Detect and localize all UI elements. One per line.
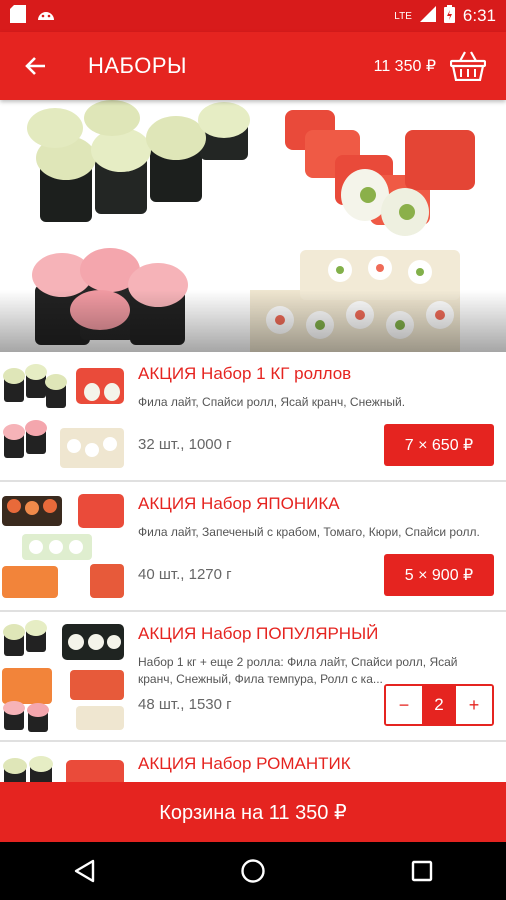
network-type: LTE (394, 10, 412, 22)
quantity-value: 2 (422, 686, 456, 724)
clock: 6:31 (462, 6, 496, 25)
recents-nav-button[interactable] (392, 842, 452, 900)
product-meta: 32 шт., 1000 г (138, 436, 232, 453)
app-bar: НАБОРЫ 11 350 ₽ (0, 32, 506, 100)
battery-icon (443, 4, 455, 28)
system-nav-bar (0, 842, 506, 900)
back-button[interactable] (0, 32, 70, 100)
increase-quantity-button[interactable]: + (456, 686, 492, 724)
add-to-cart-button[interactable]: 7 × 650 ₽ (384, 424, 494, 466)
add-to-cart-button[interactable]: 5 × 900 ₽ (384, 554, 494, 596)
back-nav-button[interactable] (54, 842, 114, 900)
product-image (0, 748, 128, 782)
product-meta: 40 шт., 1270 г (138, 566, 232, 583)
decrease-quantity-button[interactable]: − (386, 686, 422, 724)
quantity-stepper: − 2 + (384, 684, 494, 726)
cart-total[interactable]: 11 350 ₽ (374, 56, 436, 76)
list-item[interactable]: АКЦИЯ Набор ЯПОНИКА Фила лайт, Запеченый… (0, 482, 506, 612)
product-title[interactable]: АКЦИЯ Набор ЯПОНИКА (138, 494, 340, 514)
product-image (0, 488, 128, 604)
page-title: НАБОРЫ (88, 53, 188, 78)
product-list: АКЦИЯ Набор 1 КГ роллов Фила лайт, Спайс… (0, 352, 506, 782)
square-recents-icon (411, 860, 432, 882)
product-title[interactable]: АКЦИЯ Набор ПОПУЛЯРНЫЙ (138, 624, 378, 644)
list-item[interactable]: АКЦИЯ Набор РОМАНТИК (0, 742, 506, 782)
product-image (0, 618, 128, 734)
product-title[interactable]: АКЦИЯ Набор 1 КГ роллов (138, 364, 351, 384)
product-description: Фила лайт, Запеченый с крабом, Томаго, К… (138, 525, 480, 539)
arrow-left-icon (25, 57, 45, 75)
home-nav-button[interactable] (223, 842, 283, 900)
list-item[interactable]: АКЦИЯ Набор 1 КГ роллов Фила лайт, Спайс… (0, 352, 506, 482)
basket-icon (450, 51, 486, 81)
checkout-button[interactable]: Корзина на 11 350 ₽ (0, 782, 506, 842)
product-description: Фила лайт, Спайси ролл, Ясай кранч, Снеж… (138, 395, 406, 409)
product-meta: 48 шт., 1530 г (138, 696, 232, 713)
status-bar: LTE 6:31 (0, 0, 506, 32)
banner-image (0, 100, 506, 352)
circle-home-icon (241, 859, 265, 883)
signal-icon (419, 5, 436, 27)
product-image (0, 358, 128, 474)
product-description: Набор 1 кг + еще 2 ролла: Фила лайт, Спа… (138, 655, 458, 686)
list-item[interactable]: АКЦИЯ Набор ПОПУЛЯРНЫЙ Набор 1 кг + еще … (0, 612, 506, 742)
product-title[interactable]: АКЦИЯ Набор РОМАНТИК (138, 754, 351, 774)
triangle-back-icon (75, 859, 95, 883)
sd-card-icon (10, 4, 26, 28)
android-icon (36, 6, 56, 27)
cart-button[interactable] (444, 42, 492, 90)
